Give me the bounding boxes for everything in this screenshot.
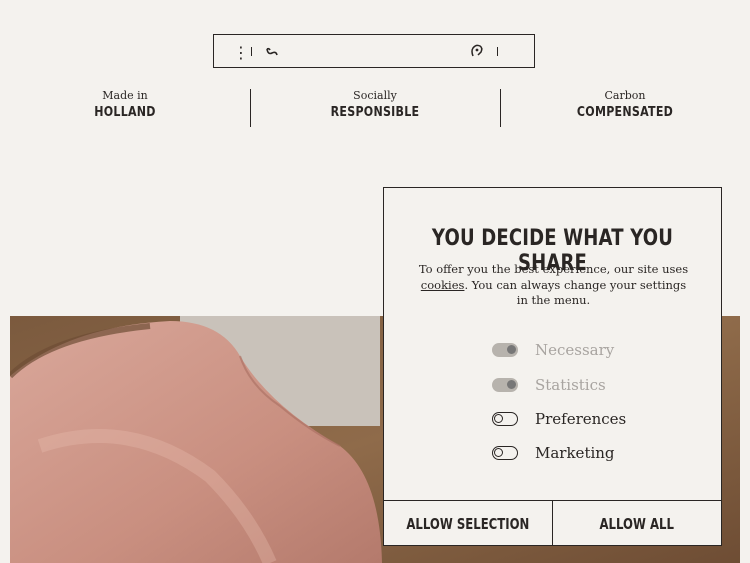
description-text: . You can always change your settings in…: [464, 277, 687, 308]
button-label: ALLOW ALL: [599, 514, 675, 533]
option-label: Marketing: [535, 444, 615, 462]
statistics-toggle: [492, 378, 518, 392]
feature-title: RESPONSIBLE: [330, 105, 420, 120]
description-text: To offer you the best experience, our si…: [418, 262, 689, 276]
option-preferences[interactable]: Preferences: [492, 409, 626, 429]
feature-compensated: Carbon COMPENSATED: [500, 89, 750, 123]
feature-holland: Made in HOLLAND: [0, 89, 250, 123]
button-label: ALLOW SELECTION: [406, 514, 530, 533]
option-statistics: Statistics: [492, 375, 606, 395]
necessary-toggle: [492, 343, 518, 357]
option-marketing[interactable]: Marketing: [492, 443, 615, 463]
option-label: Statistics: [535, 376, 606, 394]
feature-strip: Made in HOLLAND Socially RESPONSIBLE Car…: [0, 89, 750, 127]
ear-icon[interactable]: [469, 35, 485, 69]
preferences-toggle[interactable]: [492, 412, 518, 426]
feature-caption: Socially: [353, 89, 397, 102]
brand-logo-icon[interactable]: [264, 35, 280, 69]
divider: [251, 47, 252, 56]
top-navigation-bar: ⋮: [213, 34, 535, 68]
feature-responsible: Socially RESPONSIBLE: [250, 89, 500, 123]
option-necessary: Necessary: [492, 340, 614, 360]
vertical-dots-icon[interactable]: ⋮: [233, 35, 249, 69]
feature-title: COMPENSATED: [576, 105, 674, 120]
marketing-toggle[interactable]: [492, 446, 518, 460]
dialog-actions: ALLOW SELECTION ALLOW ALL: [384, 500, 721, 546]
feature-caption: Carbon: [604, 89, 646, 102]
allow-all-button[interactable]: ALLOW ALL: [553, 501, 721, 546]
option-label: Preferences: [535, 410, 627, 428]
feature-caption: Made in: [102, 89, 148, 102]
dialog-description: To offer you the best experience, our si…: [414, 262, 693, 309]
cookies-link[interactable]: cookies: [421, 278, 465, 292]
feature-title: HOLLAND: [94, 105, 156, 120]
cookie-consent-dialog: YOU DECIDE WHAT YOU SHARE To offer you t…: [383, 187, 722, 546]
divider: [497, 47, 498, 56]
allow-selection-button[interactable]: ALLOW SELECTION: [384, 501, 553, 546]
option-label: Necessary: [535, 341, 615, 359]
